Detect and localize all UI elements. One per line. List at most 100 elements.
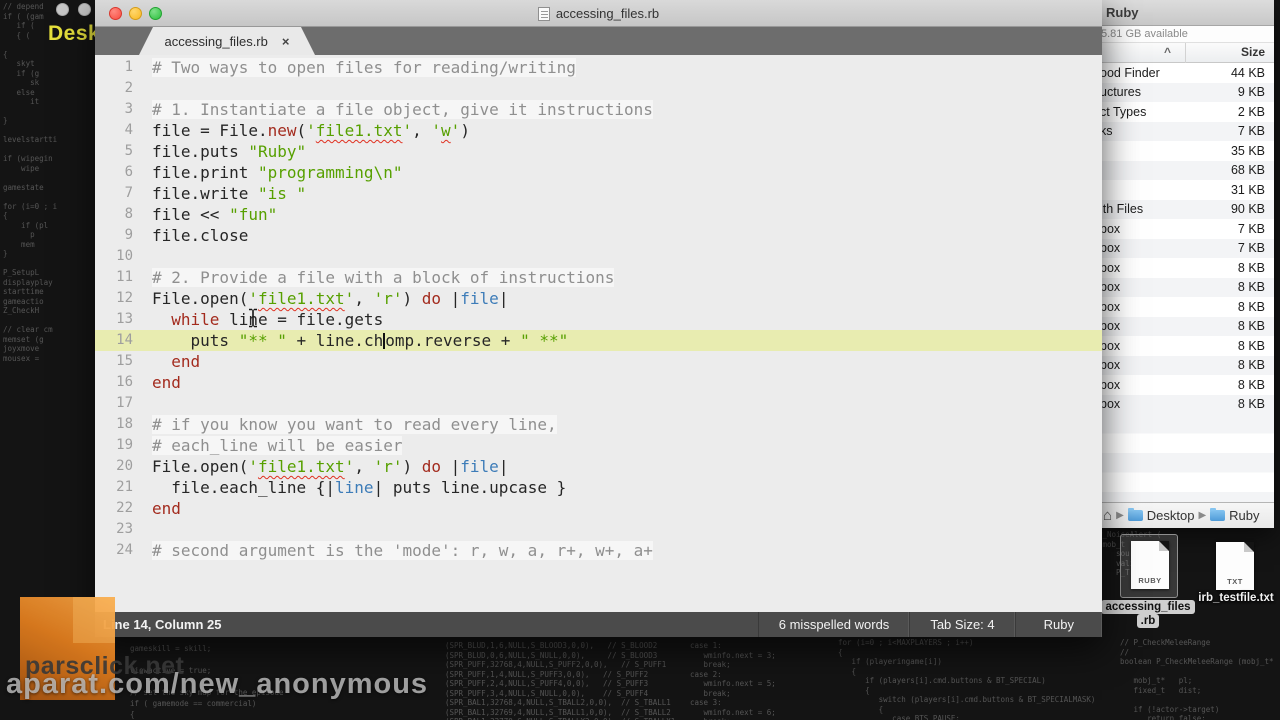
language-status[interactable]: Ruby (1014, 612, 1102, 637)
finder-column-header[interactable]: ^ Size (1098, 43, 1274, 63)
file-size: 8 KB (1237, 338, 1265, 353)
code-line[interactable]: 2 (95, 78, 1102, 99)
spellcheck-status[interactable]: 6 misspelled words (757, 612, 910, 637)
file-size: 44 KB (1230, 65, 1265, 80)
file-name: uctures (1100, 85, 1141, 100)
finder-file-row[interactable]: 68 KB (1098, 160, 1274, 180)
line-number: 18 (116, 416, 133, 432)
code-area[interactable]: 1 # Two ways to open files for reading/wr… (95, 55, 1102, 612)
code-line[interactable]: 6 file.print "programming\n" (95, 162, 1102, 183)
file-size: 9 KB (1237, 85, 1265, 100)
finder-empty-rows (1098, 414, 1274, 502)
file-size: 8 KB (1237, 280, 1265, 295)
finder-file-row[interactable]: ood Finder 44 KB (1098, 63, 1274, 83)
txt-file-icon[interactable]: TXT (1216, 542, 1254, 590)
finder-file-row[interactable]: box 7 KB (1098, 219, 1274, 239)
code-line[interactable]: 24 # second argument is the 'mode': r, w,… (95, 540, 1102, 561)
path-item-desktop[interactable]: Desktop (1147, 508, 1195, 523)
document-icon (537, 6, 550, 21)
finder-file-row[interactable]: ct Types 2 KB (1098, 102, 1274, 122)
line-number: 12 (116, 290, 133, 306)
finder-file-row[interactable]: box 8 KB (1098, 316, 1274, 336)
finder-file-row[interactable]: box 8 KB (1098, 336, 1274, 356)
size-column-header[interactable]: Size (1241, 45, 1265, 59)
code-line[interactable]: 9 file.close (95, 225, 1102, 246)
code-line[interactable]: 16 end (95, 372, 1102, 393)
finder-file-row[interactable]: 31 KB (1098, 180, 1274, 200)
finder-file-row[interactable]: box 8 KB (1098, 258, 1274, 278)
line-number: 10 (116, 248, 133, 264)
desktop-icons: RUBY accessing_files .rb TXT irb_testfil… (1098, 532, 1280, 642)
file-name: box (1100, 319, 1121, 334)
file-name: lth Files (1100, 202, 1144, 217)
finder-file-row[interactable]: box 8 KB (1098, 297, 1274, 317)
code-line[interactable]: 7 file.write "is " (95, 183, 1102, 204)
file-size: 8 KB (1237, 260, 1265, 275)
code-line[interactable]: 18 # if you know you want to read every l… (95, 414, 1102, 435)
file-size: 8 KB (1237, 397, 1265, 412)
code-line[interactable]: 4 file = File.new('file1.txt', 'w') (95, 120, 1102, 141)
code-line[interactable]: 23 (95, 519, 1102, 540)
finder-file-row[interactable]: box 8 KB (1098, 277, 1274, 297)
editor-tab-bar: accessing_files.rb × (95, 27, 1102, 55)
finder-file-row[interactable]: lth Files 90 KB (1098, 199, 1274, 219)
inactive-traffic-light-icon[interactable] (56, 3, 69, 16)
finder-file-row[interactable]: ks 7 KB (1098, 121, 1274, 141)
code-line[interactable]: 8 file << "fun" (95, 204, 1102, 225)
file-name: box (1100, 338, 1121, 353)
code-line[interactable]: 10 (95, 246, 1102, 267)
tab-size-status[interactable]: Tab Size: 4 (909, 612, 1014, 637)
inactive-traffic-light-icon[interactable] (78, 3, 91, 16)
line-number: 24 (116, 542, 133, 558)
finder-file-row[interactable]: uctures 9 KB (1098, 82, 1274, 102)
path-item-ruby[interactable]: Ruby (1229, 508, 1259, 523)
code-line[interactable]: 21 file.each_line {|line| puts line.upca… (95, 477, 1102, 498)
code-line[interactable]: 12 File.open('file1.txt', 'r') do |file| (95, 288, 1102, 309)
code-line[interactable]: 14 puts "** " + line.ch omp.reverse + " *… (95, 330, 1102, 351)
file-name: box (1100, 299, 1121, 314)
finder-available-space: 5.81 GB available (1098, 26, 1274, 43)
file-size: 7 KB (1237, 124, 1265, 139)
sort-ascending-icon[interactable]: ^ (1164, 45, 1171, 59)
finder-file-row[interactable]: box 8 KB (1098, 375, 1274, 395)
file-name: box (1100, 260, 1121, 275)
file-size: 31 KB (1230, 182, 1265, 197)
selected-icon-box[interactable]: RUBY (1120, 534, 1178, 598)
aparat-watermark: aparat.com/new_anonymous (6, 668, 429, 700)
finder-window: Ruby 5.81 GB available ^ Size ood Finder… (1098, 0, 1274, 528)
finder-file-row[interactable]: box 8 KB (1098, 394, 1274, 414)
ibeam-cursor-icon (247, 308, 259, 333)
code-line[interactable]: 17 (95, 393, 1102, 414)
folder-icon (1127, 508, 1143, 521)
home-icon[interactable]: ⌂ (1103, 508, 1112, 523)
file-size: 7 KB (1237, 241, 1265, 256)
tab-close-icon[interactable]: × (282, 34, 290, 49)
code-line[interactable]: 20 File.open('file1.txt', 'r') do |file| (95, 456, 1102, 477)
code-line[interactable]: 22 end (95, 498, 1102, 519)
ruby-file-icon[interactable]: RUBY (1131, 541, 1169, 589)
code-line[interactable]: 3 # 1. Instantiate a file object, give it… (95, 99, 1102, 120)
ruby-file-label[interactable]: accessing_files .rb (1100, 600, 1196, 628)
line-number: 17 (116, 395, 133, 411)
code-line[interactable]: 11 # 2. Provide a file with a block of in… (95, 267, 1102, 288)
wallpaper-code-text: case 1: wminfo.next = 3; break; case 2: … (690, 641, 776, 720)
code-line[interactable]: 15 end (95, 351, 1102, 372)
tab-accessing-files[interactable]: accessing_files.rb × (139, 27, 315, 55)
code-line[interactable]: 19 # each_line will be easier (95, 435, 1102, 456)
line-number: 19 (116, 437, 133, 453)
file-size: 7 KB (1237, 221, 1265, 236)
code-line[interactable]: 5 file.puts "Ruby" (95, 141, 1102, 162)
line-number: 2 (124, 80, 133, 96)
finder-file-row[interactable]: box 8 KB (1098, 355, 1274, 375)
finder-file-row[interactable]: box 7 KB (1098, 238, 1274, 258)
line-number: 20 (116, 458, 133, 474)
file-name: ct Types (1100, 104, 1147, 119)
cursor-position-status: Line 14, Column 25 (103, 617, 222, 632)
file-size: 8 KB (1237, 358, 1265, 373)
finder-file-row[interactable]: 35 KB (1098, 141, 1274, 161)
line-number: 13 (116, 311, 133, 327)
txt-file-label[interactable]: irb_testfile.txt (1190, 592, 1280, 604)
wallpaper-code-text: // P_CheckMeleeRange // boolean P_CheckM… (1120, 638, 1274, 720)
code-line[interactable]: 1 # Two ways to open files for reading/wr… (95, 57, 1102, 78)
line-number: 7 (124, 185, 133, 201)
